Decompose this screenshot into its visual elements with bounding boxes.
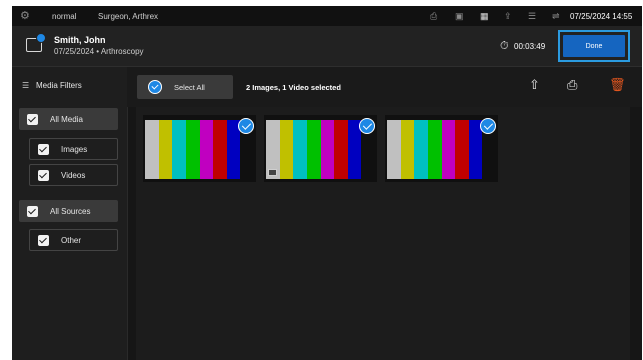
media-thumbnail[interactable] <box>264 115 377 182</box>
done-button[interactable]: Done <box>563 35 625 57</box>
usb-icon: ⇌ <box>552 11 560 21</box>
check-circle-icon <box>148 80 162 94</box>
color-bar <box>306 120 321 179</box>
export-icon: ⇪ <box>504 11 512 21</box>
video-icon <box>268 169 277 176</box>
qr-icon[interactable]: ▦ <box>480 11 489 22</box>
checkbox-icon[interactable] <box>38 169 49 181</box>
filter-label: Images <box>61 144 88 154</box>
filters-title: Media Filters <box>36 81 82 90</box>
media-grid <box>136 107 630 360</box>
user-label[interactable]: Surgeon, Arthrex <box>98 12 158 21</box>
color-bar <box>293 120 307 179</box>
color-bar <box>185 120 200 179</box>
filter-images[interactable]: Images <box>29 138 118 160</box>
selected-check-icon[interactable] <box>359 118 375 134</box>
color-bar <box>427 120 442 179</box>
filter-label: Videos <box>61 170 86 180</box>
patient-detail: 07/25/2024 • Arthroscopy <box>54 47 144 56</box>
checkbox-icon[interactable] <box>27 113 38 125</box>
color-bar <box>172 120 186 179</box>
color-bar <box>213 120 227 179</box>
color-bar <box>145 120 159 179</box>
export-icon[interactable]: ⇧ <box>529 77 540 93</box>
patient-icon <box>26 33 46 52</box>
datetime: 07/25/2024 14:55 <box>570 12 633 21</box>
media-toolbar: Select All 2 Images, 1 Video selected ⇧ … <box>127 67 642 107</box>
done-button-focus: Done <box>558 30 630 62</box>
color-bar <box>320 120 335 179</box>
filter-label: All Media <box>50 114 83 124</box>
color-bar <box>455 120 469 179</box>
color-bar <box>334 120 348 179</box>
color-bar <box>387 120 401 179</box>
color-bar <box>400 120 415 179</box>
checkbox-icon[interactable] <box>38 143 49 155</box>
gear-icon[interactable]: ⚙ <box>20 9 30 22</box>
filters-heading: ☰ Media Filters <box>22 81 82 90</box>
filter-all-media[interactable]: All Media <box>19 108 118 130</box>
select-all-label: Select All <box>174 82 205 92</box>
media-thumbnail[interactable] <box>143 115 256 182</box>
print-icon[interactable]: ⎙ <box>567 77 577 93</box>
filter-videos[interactable]: Videos <box>29 164 118 186</box>
app-screen: ⚙ normal Surgeon, Arthrex ⎙ ▣ ▦ ⇪ ☰ ⇌ 07… <box>12 6 642 360</box>
status-bar: ⚙ normal Surgeon, Arthrex ⎙ ▣ ▦ ⇪ ☰ ⇌ 07… <box>12 6 642 26</box>
filter-icon: ☰ <box>22 81 30 90</box>
color-bar <box>441 120 456 179</box>
patient-name: Smith, John <box>54 35 106 45</box>
filter-label: All Sources <box>50 206 91 216</box>
color-bar <box>158 120 173 179</box>
storage-icon: ☰ <box>528 11 537 21</box>
checkbox-icon[interactable] <box>27 205 38 217</box>
stopwatch-icon: ⏱ <box>500 40 509 52</box>
selected-check-icon[interactable] <box>480 118 496 134</box>
filter-all-sources[interactable]: All Sources <box>19 200 118 222</box>
checkbox-icon[interactable] <box>38 234 49 246</box>
filter-label: Other <box>61 235 82 245</box>
record-icon: ▣ <box>455 11 464 21</box>
printer-icon: ⎙ <box>430 11 438 21</box>
color-bar <box>199 120 214 179</box>
select-all-button[interactable]: Select All <box>137 75 233 99</box>
color-bar <box>414 120 428 179</box>
filter-other[interactable]: Other <box>29 229 118 251</box>
profile-label[interactable]: normal <box>52 12 76 21</box>
color-bar <box>279 120 294 179</box>
selection-status: 2 Images, 1 Video selected <box>246 83 341 92</box>
case-timer: 00:03:49 <box>514 42 546 51</box>
trash-icon[interactable]: 🗑 <box>609 77 626 93</box>
patient-header: Smith, John 07/25/2024 • Arthroscopy ⏱ 0… <box>12 26 642 67</box>
selected-check-icon[interactable] <box>238 118 254 134</box>
media-thumbnail[interactable] <box>385 115 498 182</box>
media-filters-sidebar: ☰ Media Filters All Media Images Videos A… <box>12 67 128 360</box>
